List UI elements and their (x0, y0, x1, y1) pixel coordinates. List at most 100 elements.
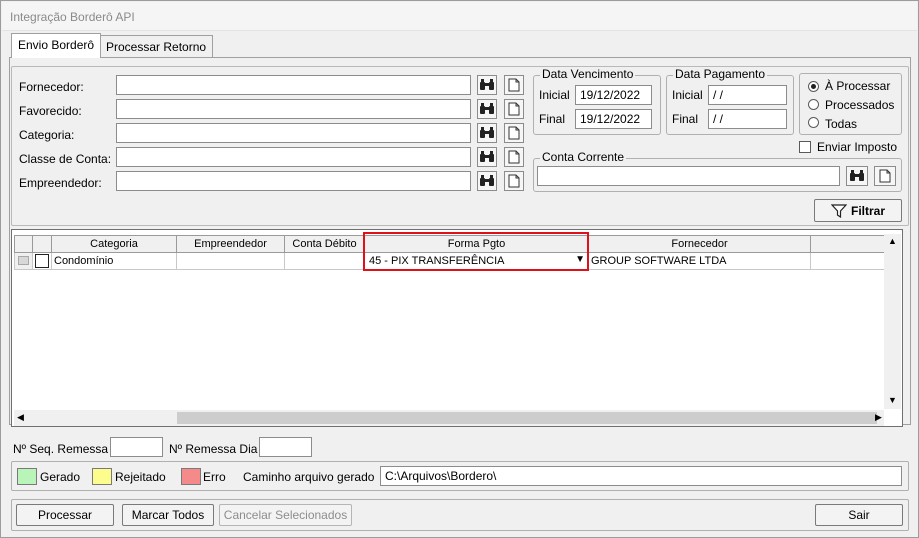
erro-label: Erro (203, 470, 226, 484)
column-header-empreendedor[interactable]: Empreendedor (177, 235, 285, 253)
empreendedor-label: Empreendedor: (19, 176, 102, 190)
vencimento-final-label: Final (539, 112, 566, 126)
grid-header-filler (811, 235, 884, 253)
categoria-label: Categoria: (19, 128, 75, 142)
tab-label: Envio Borderô (18, 38, 95, 52)
scroll-thumb[interactable] (177, 412, 877, 424)
app-window: Integração Borderô API Envio Borderô Pro… (0, 0, 919, 538)
binoculars-icon (480, 127, 494, 138)
row-select-checkbox[interactable] (35, 254, 49, 268)
blank-page-icon (508, 150, 520, 164)
grid-indicator-header (14, 235, 33, 253)
processar-label: Processar (37, 508, 93, 522)
blank-page-icon (508, 78, 520, 92)
binoculars-icon (480, 79, 494, 90)
scroll-right-icon[interactable]: ▶ (875, 412, 882, 423)
fornecedor-search-button[interactable] (477, 75, 497, 95)
blank-page-icon (508, 174, 520, 188)
remessa-dia-input[interactable] (259, 437, 312, 457)
fornecedor-label: Fornecedor: (19, 80, 84, 94)
scroll-up-icon[interactable]: ▲ (888, 236, 897, 246)
gerado-swatch (17, 468, 37, 485)
conta-corrente-input[interactable] (537, 166, 840, 186)
pagamento-inicial-label: Inicial (672, 88, 703, 102)
enviar-imposto-checkbox[interactable] (799, 141, 811, 153)
blank-page-icon (508, 126, 520, 140)
cell-empreendedor[interactable] (177, 253, 285, 270)
column-header-fornecedor[interactable]: Fornecedor (589, 235, 811, 253)
binoculars-icon (480, 175, 494, 186)
vencimento-final-input[interactable]: 19/12/2022 (575, 109, 652, 129)
cell-conta-debito[interactable] (285, 253, 365, 270)
filtrar-button[interactable]: Filtrar (814, 199, 902, 222)
cell-fornecedor[interactable]: GROUP SOFTWARE LTDA (589, 253, 811, 270)
tab-processar-retorno[interactable]: Processar Retorno (99, 35, 214, 57)
funnel-icon (830, 203, 847, 218)
cancelar-selecionados-label: Cancelar Selecionados (223, 508, 348, 522)
favorecido-label: Favorecido: (19, 104, 82, 118)
blank-page-icon (879, 169, 891, 183)
a-processar-label: À Processar (825, 79, 891, 93)
cell-categoria[interactable]: Condomínio (52, 253, 177, 270)
results-grid[interactable]: Categoria Empreendedor Conta Débito Form… (11, 229, 903, 427)
marcar-todos-button[interactable]: Marcar Todos (122, 504, 214, 526)
cell-filler (811, 253, 884, 270)
sair-button[interactable]: Sair (815, 504, 903, 526)
tab-envio-bordero[interactable]: Envio Borderô (11, 33, 102, 58)
caminho-input[interactable]: C:\Arquivos\Bordero\ (380, 466, 902, 486)
column-header-categoria[interactable]: Categoria (52, 235, 177, 253)
seq-remessa-label: Nº Seq. Remessa (13, 442, 109, 456)
a-processar-radio[interactable] (808, 81, 819, 92)
blank-page-icon (508, 102, 520, 116)
title-bar: Integração Borderô API (2, 2, 917, 31)
pagamento-final-input[interactable]: / / (708, 109, 787, 129)
classe-conta-search-button[interactable] (477, 147, 497, 167)
pagamento-inicial-input[interactable]: / / (708, 85, 787, 105)
empreendedor-input[interactable] (116, 171, 471, 191)
conta-corrente-title: Conta Corrente (540, 150, 627, 164)
binoculars-icon (480, 151, 494, 162)
horizontal-scrollbar[interactable]: ◀ ▶ (14, 410, 884, 426)
favorecido-clear-button[interactable] (504, 99, 524, 119)
filtrar-label: Filtrar (850, 203, 885, 218)
scroll-left-icon[interactable]: ◀ (17, 412, 24, 423)
todas-label: Todas (825, 117, 858, 131)
empreendedor-search-button[interactable] (477, 171, 497, 191)
categoria-search-button[interactable] (477, 123, 497, 143)
vertical-scrollbar[interactable]: ▲ ▼ (884, 234, 901, 409)
todas-radio[interactable] (808, 117, 819, 128)
row-select-cell[interactable] (33, 253, 52, 270)
empreendedor-clear-button[interactable] (504, 171, 524, 191)
classe-conta-label: Classe de Conta: (19, 152, 112, 166)
classe-conta-clear-button[interactable] (504, 147, 524, 167)
tab-label: Processar Retorno (106, 40, 207, 54)
conta-corrente-search-button[interactable] (846, 166, 868, 186)
grid-select-header (33, 235, 52, 253)
column-header-conta-debito[interactable]: Conta Débito (285, 235, 365, 253)
fornecedor-clear-button[interactable] (504, 75, 524, 95)
processar-button[interactable]: Processar (16, 504, 114, 526)
fornecedor-input[interactable] (116, 75, 471, 95)
window-title: Integração Borderô API (10, 10, 135, 24)
conta-corrente-clear-button[interactable] (874, 166, 896, 186)
processados-radio[interactable] (808, 99, 819, 110)
scroll-down-icon[interactable]: ▼ (888, 395, 897, 405)
binoculars-icon (850, 170, 864, 181)
vencimento-inicial-input[interactable]: 19/12/2022 (575, 85, 652, 105)
action-bar: Processar Marcar Todos Cancelar Selecion… (11, 499, 909, 531)
classe-conta-input[interactable] (116, 147, 471, 167)
rejeitado-swatch (92, 468, 112, 485)
rejeitado-label: Rejeitado (115, 470, 166, 484)
favorecido-search-button[interactable] (477, 99, 497, 119)
seq-remessa-input[interactable] (110, 437, 163, 457)
pagamento-final-label: Final (672, 112, 699, 126)
cancelar-selecionados-button[interactable]: Cancelar Selecionados (219, 504, 352, 526)
favorecido-input[interactable] (116, 99, 471, 119)
row-indicator[interactable] (14, 253, 33, 270)
remessa-dia-label: Nº Remessa Dia (169, 442, 258, 456)
categoria-input[interactable] (116, 123, 471, 143)
processados-label: Processados (825, 98, 895, 112)
categoria-clear-button[interactable] (504, 123, 524, 143)
data-vencimento-title: Data Vencimento (540, 67, 636, 81)
gerado-label: Gerado (40, 470, 81, 484)
